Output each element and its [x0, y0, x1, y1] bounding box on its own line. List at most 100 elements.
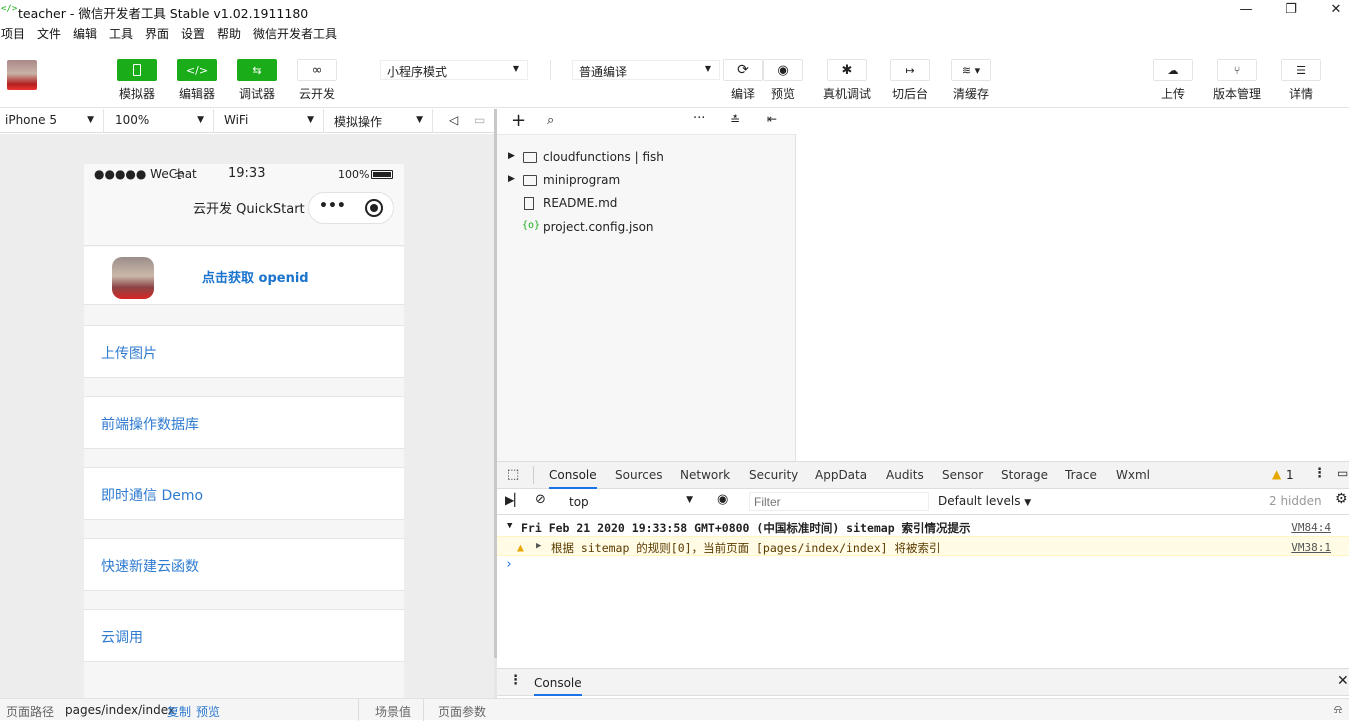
code-icon: </> — [185, 63, 209, 77]
menu-item-im-demo[interactable]: 即时通信 Demo — [84, 467, 404, 520]
menu-edit[interactable]: 编辑 — [73, 25, 97, 42]
search-icon[interactable]: ⌕ — [547, 113, 554, 128]
menu-item-database[interactable]: 前端操作数据库 — [84, 396, 404, 449]
tab-appdata[interactable]: AppData — [815, 468, 867, 482]
eye-icon[interactable]: ◉ — [717, 492, 728, 507]
split-pane-icon[interactable]: ⇤ — [767, 112, 777, 126]
minimize-icon[interactable]: — — [1236, 2, 1256, 20]
log-group-row[interactable]: ▼ Fri Feb 21 2020 19:33:58 GMT+0800 (中国标… — [497, 517, 1349, 537]
remote-debug-button[interactable]: ✱ — [827, 59, 867, 81]
close-icon[interactable]: ✕ — [1337, 673, 1349, 689]
filter-input[interactable] — [749, 492, 929, 511]
menu-item-cloud-call[interactable]: 云调用 — [84, 609, 404, 662]
more-vertical-icon[interactable]: ⋮ — [509, 673, 522, 688]
menu-tools[interactable]: 工具 — [109, 25, 133, 42]
drawer-tab-console[interactable]: Console — [534, 676, 582, 696]
editor-label: 编辑器 — [178, 87, 215, 101]
more-dots-icon[interactable]: ••• — [319, 198, 346, 214]
compile-button[interactable]: ⟳ — [723, 59, 763, 81]
warning-count[interactable]: 1 — [1286, 468, 1294, 482]
prompt-icon[interactable]: › — [505, 557, 513, 572]
phone-status-bar: ●●●●● WeChat ᯤ 19:33 100% — [84, 164, 404, 186]
operation-select[interactable]: 模拟操作 ▼ — [329, 109, 433, 133]
background-button[interactable]: ↦ — [890, 59, 930, 81]
gear-icon[interactable]: ⚙ — [1335, 491, 1348, 507]
close-capsule-icon[interactable] — [365, 199, 383, 217]
version-button[interactable]: ⑂ — [1217, 59, 1257, 81]
collapse-icon[interactable]: ≛ — [730, 113, 740, 127]
inspect-element-icon[interactable]: ⬚ — [507, 467, 519, 482]
detail-button[interactable]: ☰ — [1281, 59, 1321, 81]
preview-link[interactable]: 预览 — [196, 703, 220, 720]
scene-value-button[interactable]: 场景值 — [375, 703, 411, 720]
more-horizontal-icon[interactable]: ··· — [693, 111, 705, 126]
log-source-link[interactable]: VM38:1 — [1291, 541, 1331, 554]
close-icon[interactable]: ✕ — [1326, 2, 1346, 20]
editor-button[interactable]: </> — [177, 59, 217, 81]
context-select[interactable]: top ▼ — [563, 492, 699, 512]
restore-icon[interactable]: ❐ — [1281, 2, 1301, 20]
zoom-select[interactable]: 100% ▼ — [110, 109, 214, 133]
popout-icon[interactable]: ▭ — [474, 113, 485, 127]
toolbar-divider — [550, 60, 551, 80]
dock-icon[interactable]: ▭ — [1337, 466, 1348, 480]
editor-area[interactable] — [797, 109, 1349, 461]
tab-console[interactable]: Console — [549, 468, 597, 489]
sidebar-toggle-icon[interactable]: ▶▏ — [505, 493, 523, 507]
preview-button[interactable]: ◉ — [763, 59, 803, 81]
detail-label: 详情 — [1288, 87, 1313, 101]
file-item-project-config[interactable]: {o} project.config.json — [497, 216, 796, 238]
cloud-button[interactable]: ∞ — [297, 59, 337, 81]
caret-right-icon[interactable]: ▶ — [508, 174, 515, 184]
caret-right-icon[interactable]: ▶ — [508, 151, 515, 161]
log-source-link[interactable]: VM84:4 — [1291, 521, 1331, 534]
debugger-button[interactable]: ⇆ — [237, 59, 277, 81]
menu-wechat-devtools[interactable]: 微信开发者工具 — [253, 25, 337, 42]
mode-select[interactable]: 小程序模式 ▼ — [380, 60, 528, 80]
compile-mode-select[interactable]: 普通编译 ▼ — [572, 60, 720, 80]
more-vertical-icon[interactable]: ⋮ — [1313, 466, 1326, 481]
tab-sensor[interactable]: Sensor — [942, 468, 983, 482]
chevron-down-icon: ▼ — [686, 495, 693, 505]
menu-item-upload-image[interactable]: 上传图片 — [84, 325, 404, 378]
menu-item-label: 云调用 — [101, 630, 143, 646]
copy-link[interactable]: 复制 — [167, 703, 191, 720]
file-item-readme[interactable]: README.md — [497, 192, 796, 214]
file-name: project.config.json — [543, 220, 654, 234]
clear-console-icon[interactable]: ⊘ — [535, 492, 546, 507]
notification-bell-icon[interactable]: ⍾ — [1334, 702, 1342, 717]
page-params-button[interactable]: 页面参数 — [438, 703, 486, 720]
file-item-miniprogram[interactable]: ▶ miniprogram — [497, 169, 796, 191]
menu-view[interactable]: 界面 — [145, 25, 169, 42]
warning-icon: ▲ — [517, 540, 524, 554]
file-item-cloudfunctions[interactable]: ▶ cloudfunctions | fish — [497, 146, 796, 168]
caret-down-icon[interactable]: ▼ — [507, 521, 512, 531]
clear-cache-button[interactable]: ≋ ▾ — [951, 59, 991, 81]
menu-file[interactable]: 文件 — [37, 25, 61, 42]
tab-security[interactable]: Security — [749, 468, 798, 482]
menu-help[interactable]: 帮助 — [217, 25, 241, 42]
levels-select[interactable]: Default levels ▼ — [938, 494, 1031, 508]
tab-sources[interactable]: Sources — [615, 468, 662, 482]
get-openid-button[interactable]: 点击获取 openid — [202, 267, 309, 286]
simulator-button[interactable] — [117, 59, 157, 81]
network-select[interactable]: WiFi ▼ — [219, 109, 324, 133]
warning-icon[interactable]: ▲ — [1272, 467, 1281, 481]
menu-item-new-cloud-function[interactable]: 快速新建云函数 — [84, 538, 404, 591]
plus-icon[interactable]: + — [511, 110, 526, 131]
upload-button[interactable]: ☁ — [1153, 59, 1193, 81]
tab-trace[interactable]: Trace — [1065, 468, 1097, 482]
tab-wxml[interactable]: Wxml — [1116, 468, 1150, 482]
menu-project[interactable]: 项目 — [1, 25, 25, 42]
menu-settings[interactable]: 设置 — [181, 25, 205, 42]
tab-audits[interactable]: Audits — [886, 468, 924, 482]
user-avatar[interactable] — [7, 60, 37, 90]
cloud-link-icon: ∞ — [311, 62, 323, 78]
device-select[interactable]: iPhone 5 ▼ — [0, 109, 104, 133]
tab-network[interactable]: Network — [680, 468, 730, 482]
tab-storage[interactable]: Storage — [1001, 468, 1048, 482]
caret-right-icon[interactable]: ▶ — [536, 541, 541, 551]
speaker-icon[interactable]: ◁ — [449, 113, 458, 127]
log-warning-row[interactable]: ▲ ▶ 根据 sitemap 的规则[0]，当前页面 [pages/index/… — [497, 536, 1349, 556]
battery-icon — [371, 170, 393, 179]
